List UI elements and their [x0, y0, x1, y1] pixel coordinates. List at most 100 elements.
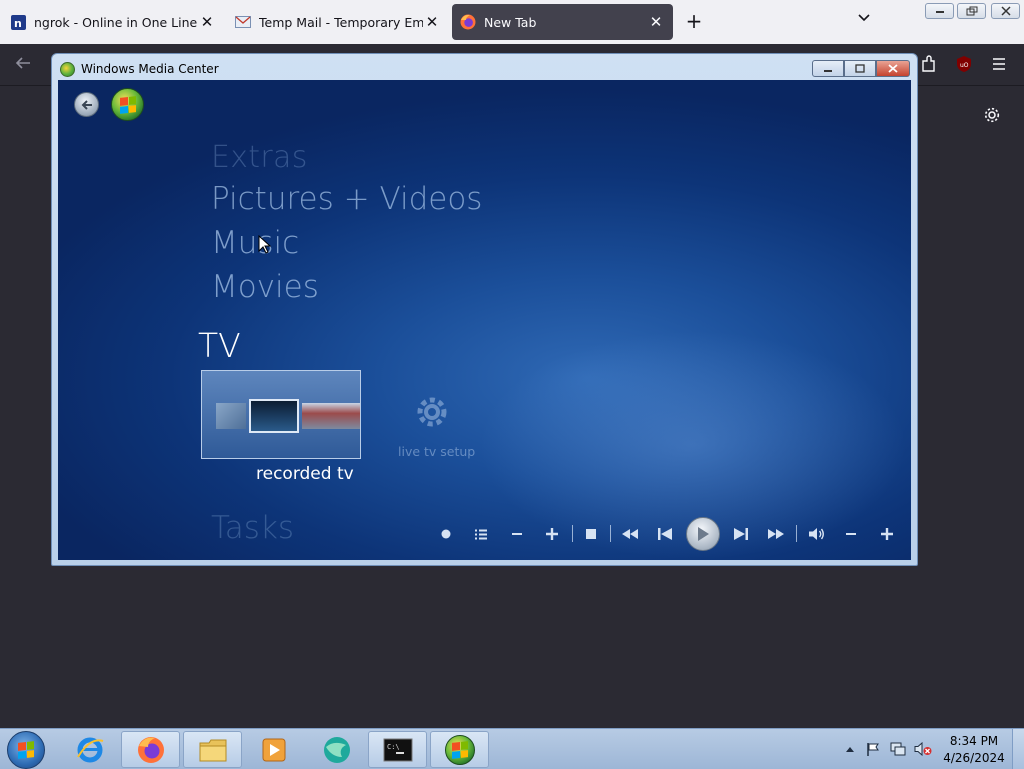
new-tab-button[interactable]: +: [682, 10, 706, 34]
menu-music[interactable]: Music: [211, 225, 299, 261]
volume-muted-icon[interactable]: [913, 729, 933, 769]
tab-label: Temp Mail - Temporary Email: [259, 14, 423, 30]
rewind-button[interactable]: [619, 524, 641, 544]
chevron-down-icon: [858, 14, 870, 22]
live-tv-setup-label[interactable]: live tv setup: [398, 444, 475, 459]
wmc-maximize-button[interactable]: [844, 60, 876, 77]
svg-text:uO: uO: [960, 62, 969, 69]
wmc-minimize-button[interactable]: [812, 60, 844, 77]
close-tab-icon[interactable]: ✕: [647, 13, 665, 31]
firefox-icon: [137, 736, 164, 763]
action-center-icon[interactable]: [864, 729, 882, 769]
start-button[interactable]: [7, 731, 45, 769]
mail-icon: [235, 14, 251, 30]
back-button[interactable]: [74, 92, 99, 117]
tab-strip: n ngrok - Online in One Line ✕ Temp Mail…: [0, 0, 1024, 44]
list-all-tabs-button[interactable]: [852, 10, 876, 34]
taskbar-file-explorer[interactable]: [183, 731, 242, 768]
clock-time: 8:34 PM: [949, 734, 999, 748]
command-prompt-icon: C:\: [383, 738, 412, 761]
play-icon: [698, 527, 709, 541]
volume-down-button[interactable]: [843, 524, 859, 544]
globe-icon: [323, 736, 350, 763]
fast-forward-button[interactable]: [765, 524, 787, 544]
wmc-close-button[interactable]: [876, 60, 910, 77]
close-icon: [1000, 6, 1011, 16]
recorded-thumbnails: [216, 399, 363, 433]
thumbnail: [216, 403, 246, 429]
divider: [572, 525, 573, 542]
stop-icon: [586, 529, 596, 539]
system-clock[interactable]: 8:34 PM 4/26/2024: [942, 733, 1006, 767]
extensions-icon[interactable]: [920, 55, 936, 77]
folder-icon: [199, 739, 226, 761]
tab-temp-mail[interactable]: Temp Mail - Temporary Email ✕: [227, 4, 449, 40]
guide-button[interactable]: [472, 524, 490, 544]
media-player-icon: [262, 738, 285, 761]
taskbar-windows-media-center[interactable]: [430, 731, 489, 768]
stop-button[interactable]: [583, 524, 599, 544]
record-icon: [441, 529, 451, 539]
close-window-button[interactable]: [991, 3, 1020, 19]
channel-up-button[interactable]: [544, 524, 560, 544]
taskbar-internet-explorer[interactable]: [60, 731, 119, 768]
mouse-cursor-icon: [258, 235, 272, 254]
record-button[interactable]: [438, 524, 454, 544]
menu-extras[interactable]: Extras: [211, 140, 308, 175]
close-icon: [888, 64, 898, 73]
live-tv-setup-gear-icon[interactable]: [412, 392, 452, 432]
gear-icon[interactable]: [983, 106, 1001, 129]
mute-button[interactable]: [805, 524, 827, 544]
recorded-tv-tile[interactable]: [201, 370, 361, 459]
taskbar-command-prompt[interactable]: C:\: [368, 731, 427, 768]
skip-back-button[interactable]: [656, 524, 674, 544]
tab-new-tab[interactable]: New Tab ✕: [452, 4, 673, 40]
list-icon: [475, 529, 487, 539]
windows-logo-icon: [18, 741, 34, 759]
ngrok-icon: n: [10, 14, 26, 30]
divider: [610, 525, 611, 542]
window-title: Windows Media Center: [81, 62, 219, 76]
minus-icon: [512, 533, 522, 535]
plus-icon: [546, 528, 558, 540]
taskbar-globe-app[interactable]: [307, 731, 366, 768]
taskbar-media-player[interactable]: [244, 731, 303, 768]
recorded-tv-label[interactable]: recorded tv: [256, 464, 354, 484]
speaker-icon: [808, 528, 824, 540]
start-button[interactable]: [111, 88, 144, 121]
plus-icon: [881, 528, 893, 540]
minus-icon: [846, 533, 856, 535]
skip-forward-icon: [734, 528, 748, 540]
menu-movies[interactable]: Movies: [211, 269, 319, 305]
menu-tv[interactable]: TV: [198, 326, 241, 365]
volume-up-button[interactable]: [879, 524, 895, 544]
show-hidden-icons-button[interactable]: [843, 729, 857, 769]
internet-explorer-icon: [76, 737, 103, 762]
media-center-logo-icon: [60, 61, 75, 77]
clock-date: 4/26/2024: [943, 751, 1005, 765]
channel-down-button[interactable]: [509, 524, 525, 544]
play-button[interactable]: [686, 517, 720, 551]
svg-text:n: n: [14, 17, 22, 30]
taskbar: C:\ 8:34 PM 4/26/2024: [0, 728, 1024, 769]
back-arrow-icon[interactable]: [14, 55, 32, 75]
network-icon[interactable]: [889, 729, 907, 769]
skip-forward-button[interactable]: [732, 524, 750, 544]
close-tab-icon[interactable]: ✕: [198, 13, 216, 31]
menu-pictures-videos[interactable]: Pictures + Videos: [211, 181, 482, 217]
show-desktop-button[interactable]: [1012, 729, 1024, 769]
thumbnail-selected: [249, 399, 299, 433]
restore-window-button[interactable]: [957, 3, 986, 19]
svg-text:C:\: C:\: [387, 743, 400, 751]
tab-label: ngrok - Online in One Line: [34, 14, 198, 30]
hamburger-menu-icon[interactable]: [991, 56, 1007, 75]
taskbar-firefox[interactable]: [121, 731, 180, 768]
menu-tasks[interactable]: Tasks: [211, 510, 294, 546]
ublock-origin-icon[interactable]: uO: [955, 55, 973, 77]
fast-forward-icon: [768, 529, 784, 539]
firefox-icon: [460, 14, 476, 30]
tab-ngrok[interactable]: n ngrok - Online in One Line ✕: [2, 4, 224, 40]
maximize-icon: [855, 64, 865, 73]
minimize-window-button[interactable]: [925, 3, 954, 19]
close-tab-icon[interactable]: ✕: [423, 13, 441, 31]
